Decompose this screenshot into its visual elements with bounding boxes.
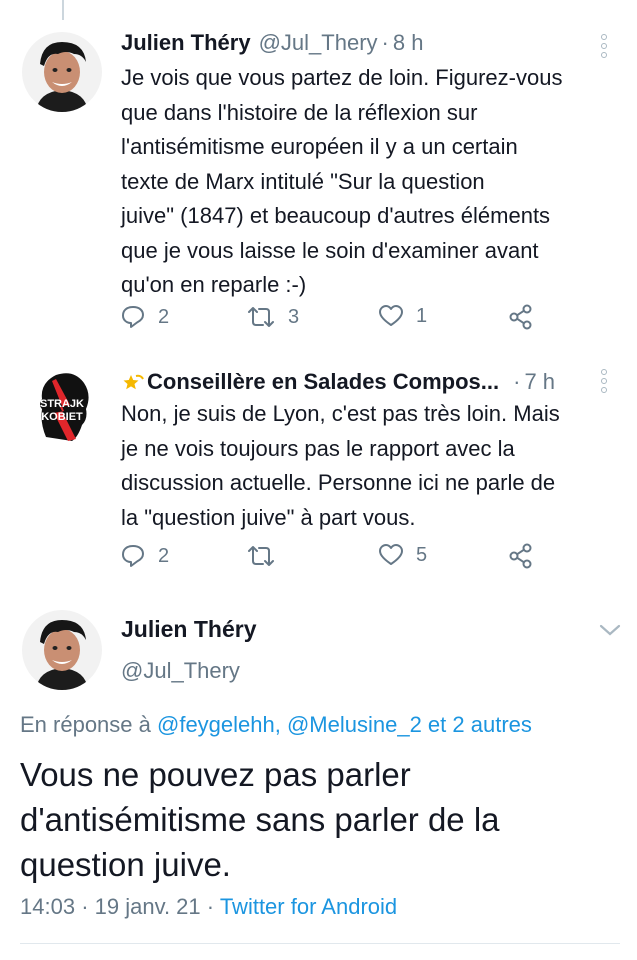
- focused-author-handle[interactable]: @Jul_Thery: [121, 658, 240, 684]
- divider: [20, 943, 620, 944]
- tweet-2-actions: 2 5: [120, 543, 540, 573]
- avatar-julien-thery[interactable]: [22, 610, 102, 690]
- reply-icon: [122, 306, 144, 328]
- tweet-1-header: Julien Théry @Jul_Thery · 8 h: [121, 30, 423, 56]
- like-button[interactable]: 5: [378, 543, 427, 567]
- share-button[interactable]: [508, 304, 534, 330]
- reply-to-users-link[interactable]: @feygelehh, @Melusine_2 et 2 autres: [157, 712, 532, 737]
- tweet-text-line: texte de Marx intitulé "Sur la question: [121, 168, 485, 194]
- more-options-icon[interactable]: [600, 34, 608, 58]
- separator-dot: ·: [206, 894, 220, 919]
- tweet-text-line: juive" (1847) et beaucoup d'autres éléme…: [121, 203, 551, 228]
- tweet-text-line: Vous ne pouvez pas parler: [20, 756, 411, 793]
- focused-author-name[interactable]: Julien Théry: [121, 616, 256, 643]
- share-icon: [509, 543, 532, 569]
- tweet-text-line: la "question juive" à part vous.: [121, 504, 416, 530]
- tweet-source-link[interactable]: Twitter for Android: [220, 894, 397, 919]
- reply-button[interactable]: 2: [120, 543, 169, 569]
- separator-dot: ·: [513, 369, 521, 394]
- focused-tweet-text: Vous ne pouvez pas parler d'antisémitism…: [20, 752, 620, 887]
- retweet-icon: [248, 307, 274, 327]
- tweet-2[interactable]: STRAJK KOBIET Conseillère en Salades Com…: [0, 345, 637, 595]
- tweet-time[interactable]: 8 h: [393, 30, 424, 56]
- tweet-text-line: question juive.: [20, 846, 231, 883]
- reply-count: 2: [158, 544, 170, 567]
- tweet-text-line: Je vois que vous partez de loin. Figurez…: [121, 65, 563, 90]
- dizzy-star-icon: [121, 371, 145, 393]
- like-count: 1: [416, 304, 428, 327]
- tweet-text-line: Non, je suis de Lyon, c'est pas très loi…: [121, 401, 560, 426]
- share-icon: [509, 304, 532, 330]
- retweet-button[interactable]: [246, 543, 276, 569]
- tweet-text-line: d'antisémitisme sans parler de la: [20, 801, 500, 838]
- tweet-1-actions: 2 3 1: [120, 304, 540, 334]
- chevron-down-icon[interactable]: [598, 622, 622, 643]
- tweet-1[interactable]: Julien Théry @Jul_Thery · 8 h Je vois qu…: [0, 0, 637, 340]
- reply-count: 2: [158, 305, 170, 328]
- tweet-author-name[interactable]: Julien Théry: [121, 30, 251, 56]
- tweet-text-line: discussion actuelle. Personne ici ne par…: [121, 470, 556, 495]
- reply-button[interactable]: 2: [120, 304, 169, 330]
- tweet-2-header: Conseillère en Salades Compos... · 7 h: [121, 367, 555, 395]
- tweet-text-line: l'antisémitisme européen il y a un certa…: [121, 134, 518, 159]
- reply-icon: [122, 545, 144, 567]
- tweet-author-name[interactable]: Conseillère en Salades Compos...: [147, 369, 499, 395]
- tweet-time[interactable]: 7 h: [524, 369, 555, 395]
- tweet-timestamp: 14:03: [20, 894, 76, 919]
- reply-context: En réponse à @feygelehh, @Melusine_2 et …: [20, 712, 532, 738]
- separator-dot: ·: [81, 894, 95, 919]
- tweet-2-text: Non, je suis de Lyon, c'est pas très loi…: [121, 397, 621, 535]
- like-count: 5: [416, 543, 428, 566]
- tweet-text-line: que je vous laisse le soin d'examiner av…: [121, 237, 539, 263]
- tweet-author-handle[interactable]: @Jul_Thery: [259, 30, 378, 56]
- avatar-strajk-kobiet[interactable]: STRAJK KOBIET: [22, 365, 102, 445]
- avatar-julien-thery[interactable]: [22, 32, 102, 112]
- share-button[interactable]: [508, 543, 534, 569]
- tweet-metadata: 14:03 · 19 janv. 21 · Twitter for Androi…: [20, 894, 397, 920]
- more-options-icon[interactable]: [600, 369, 608, 393]
- tweet-text-line: que dans l'histoire de la réflexion sur: [121, 99, 478, 125]
- avatar-text: STRAJK: [40, 398, 84, 410]
- tweet-date: 19 janv. 21: [94, 894, 201, 919]
- retweet-icon: [248, 546, 274, 566]
- avatar-text: KOBIET: [41, 411, 83, 423]
- separator-dot: ·: [381, 30, 389, 55]
- reply-prefix: En réponse à: [20, 712, 151, 737]
- heart-icon: [379, 305, 403, 326]
- retweet-count: 3: [288, 305, 300, 328]
- tweet-text-line: qu'on en reparle :-): [121, 272, 307, 297]
- like-button[interactable]: 1: [378, 304, 427, 328]
- tweet-1-text: Je vois que vous partez de loin. Figurez…: [121, 61, 621, 303]
- tweet-text-line: je ne vois toujours pas le rapport avec …: [121, 435, 515, 461]
- retweet-button[interactable]: 3: [246, 304, 299, 330]
- heart-icon: [379, 544, 403, 565]
